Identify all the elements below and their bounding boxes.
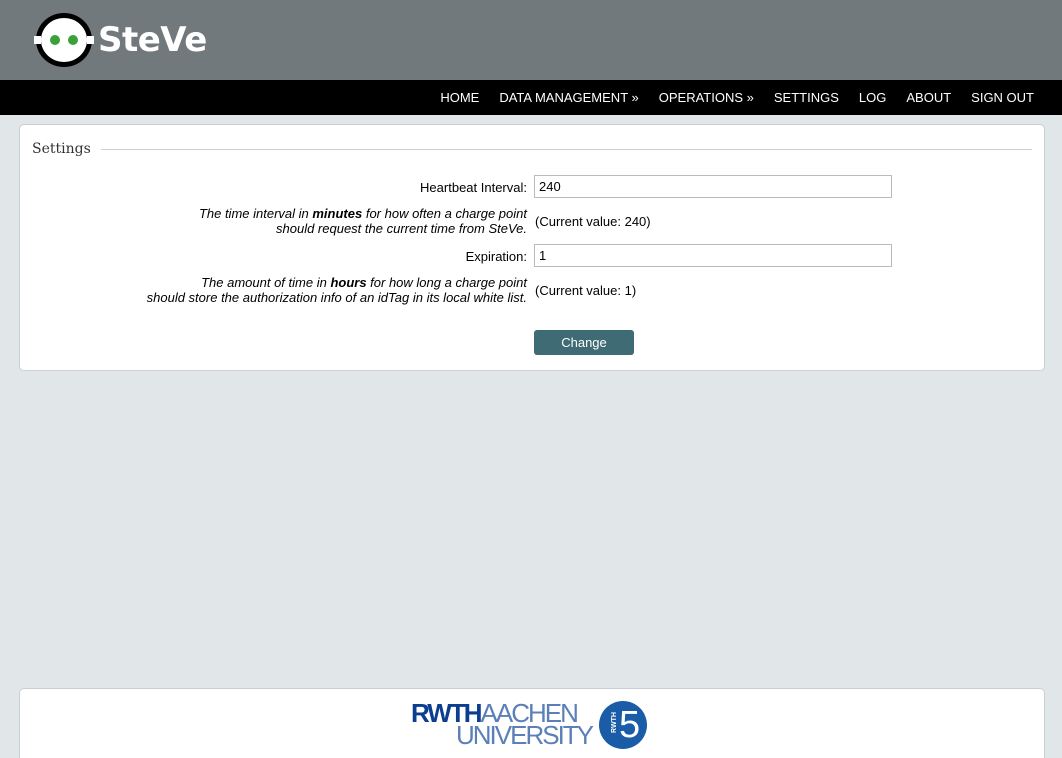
nav-about[interactable]: ABOUT (906, 90, 951, 105)
i5-logo-number: 5 (619, 704, 641, 746)
nav-home[interactable]: HOME (440, 90, 479, 105)
heartbeat-interval-input[interactable] (534, 175, 892, 198)
nav-operations[interactable]: OPERATIONS » (659, 90, 754, 105)
expiration-input[interactable] (534, 244, 892, 267)
nav-data-management[interactable]: DATA MANAGEMENT » (499, 90, 638, 105)
logo[interactable]: SteVe (34, 11, 207, 69)
heartbeat-desc-line2: should request the current time from Ste… (276, 221, 527, 236)
nav-settings[interactable]: SETTINGS (774, 90, 839, 105)
expiration-desc-line2: should store the authorization info of a… (146, 290, 527, 305)
heartbeat-label: Heartbeat Interval: (420, 180, 527, 195)
heartbeat-current-value: (Current value: 240) (535, 214, 651, 229)
brand-name: SteVe (98, 20, 207, 60)
settings-panel: Settings Heartbeat Interval: The time in… (19, 124, 1045, 371)
i5-logo-small-text: RWTH (610, 712, 618, 733)
expiration-label: Expiration: (465, 249, 527, 264)
nav-menu: HOME DATA MANAGEMENT » OPERATIONS » SETT… (420, 80, 1034, 115)
rwth-logo[interactable]: RWTHAACHEN UNIVERSITY (411, 700, 594, 748)
change-button[interactable]: Change (534, 330, 634, 355)
expiration-current-value: (Current value: 1) (535, 283, 637, 298)
fieldset-legend: Settings (32, 141, 91, 157)
nav-sign-out[interactable]: SIGN OUT (971, 90, 1034, 105)
expiration-description: The amount of time in hours for how long… (147, 275, 527, 305)
heartbeat-description: The time interval in minutes for how oft… (199, 206, 527, 236)
expiration-desc-bold: hours (330, 275, 367, 290)
i5-logo-icon[interactable]: RWTH 5 (599, 701, 647, 749)
footer: RWTHAACHEN UNIVERSITY RWTH 5 (19, 688, 1045, 758)
expiration-desc-post: for how long a charge point (366, 275, 527, 290)
expiration-desc-pre: The amount of time in (201, 275, 331, 290)
heartbeat-desc-bold: minutes (312, 206, 363, 221)
robot-face-icon (34, 11, 94, 69)
legend-divider (100, 148, 1032, 150)
heartbeat-desc-pre: The time interval in (198, 206, 313, 221)
header: SteVe (0, 0, 1062, 80)
top-navbar: HOME DATA MANAGEMENT » OPERATIONS » SETT… (0, 80, 1062, 115)
fieldset-legend-row: Settings (32, 141, 1032, 157)
heartbeat-desc-post: for how often a charge point (362, 206, 527, 221)
nav-log[interactable]: LOG (859, 90, 886, 105)
